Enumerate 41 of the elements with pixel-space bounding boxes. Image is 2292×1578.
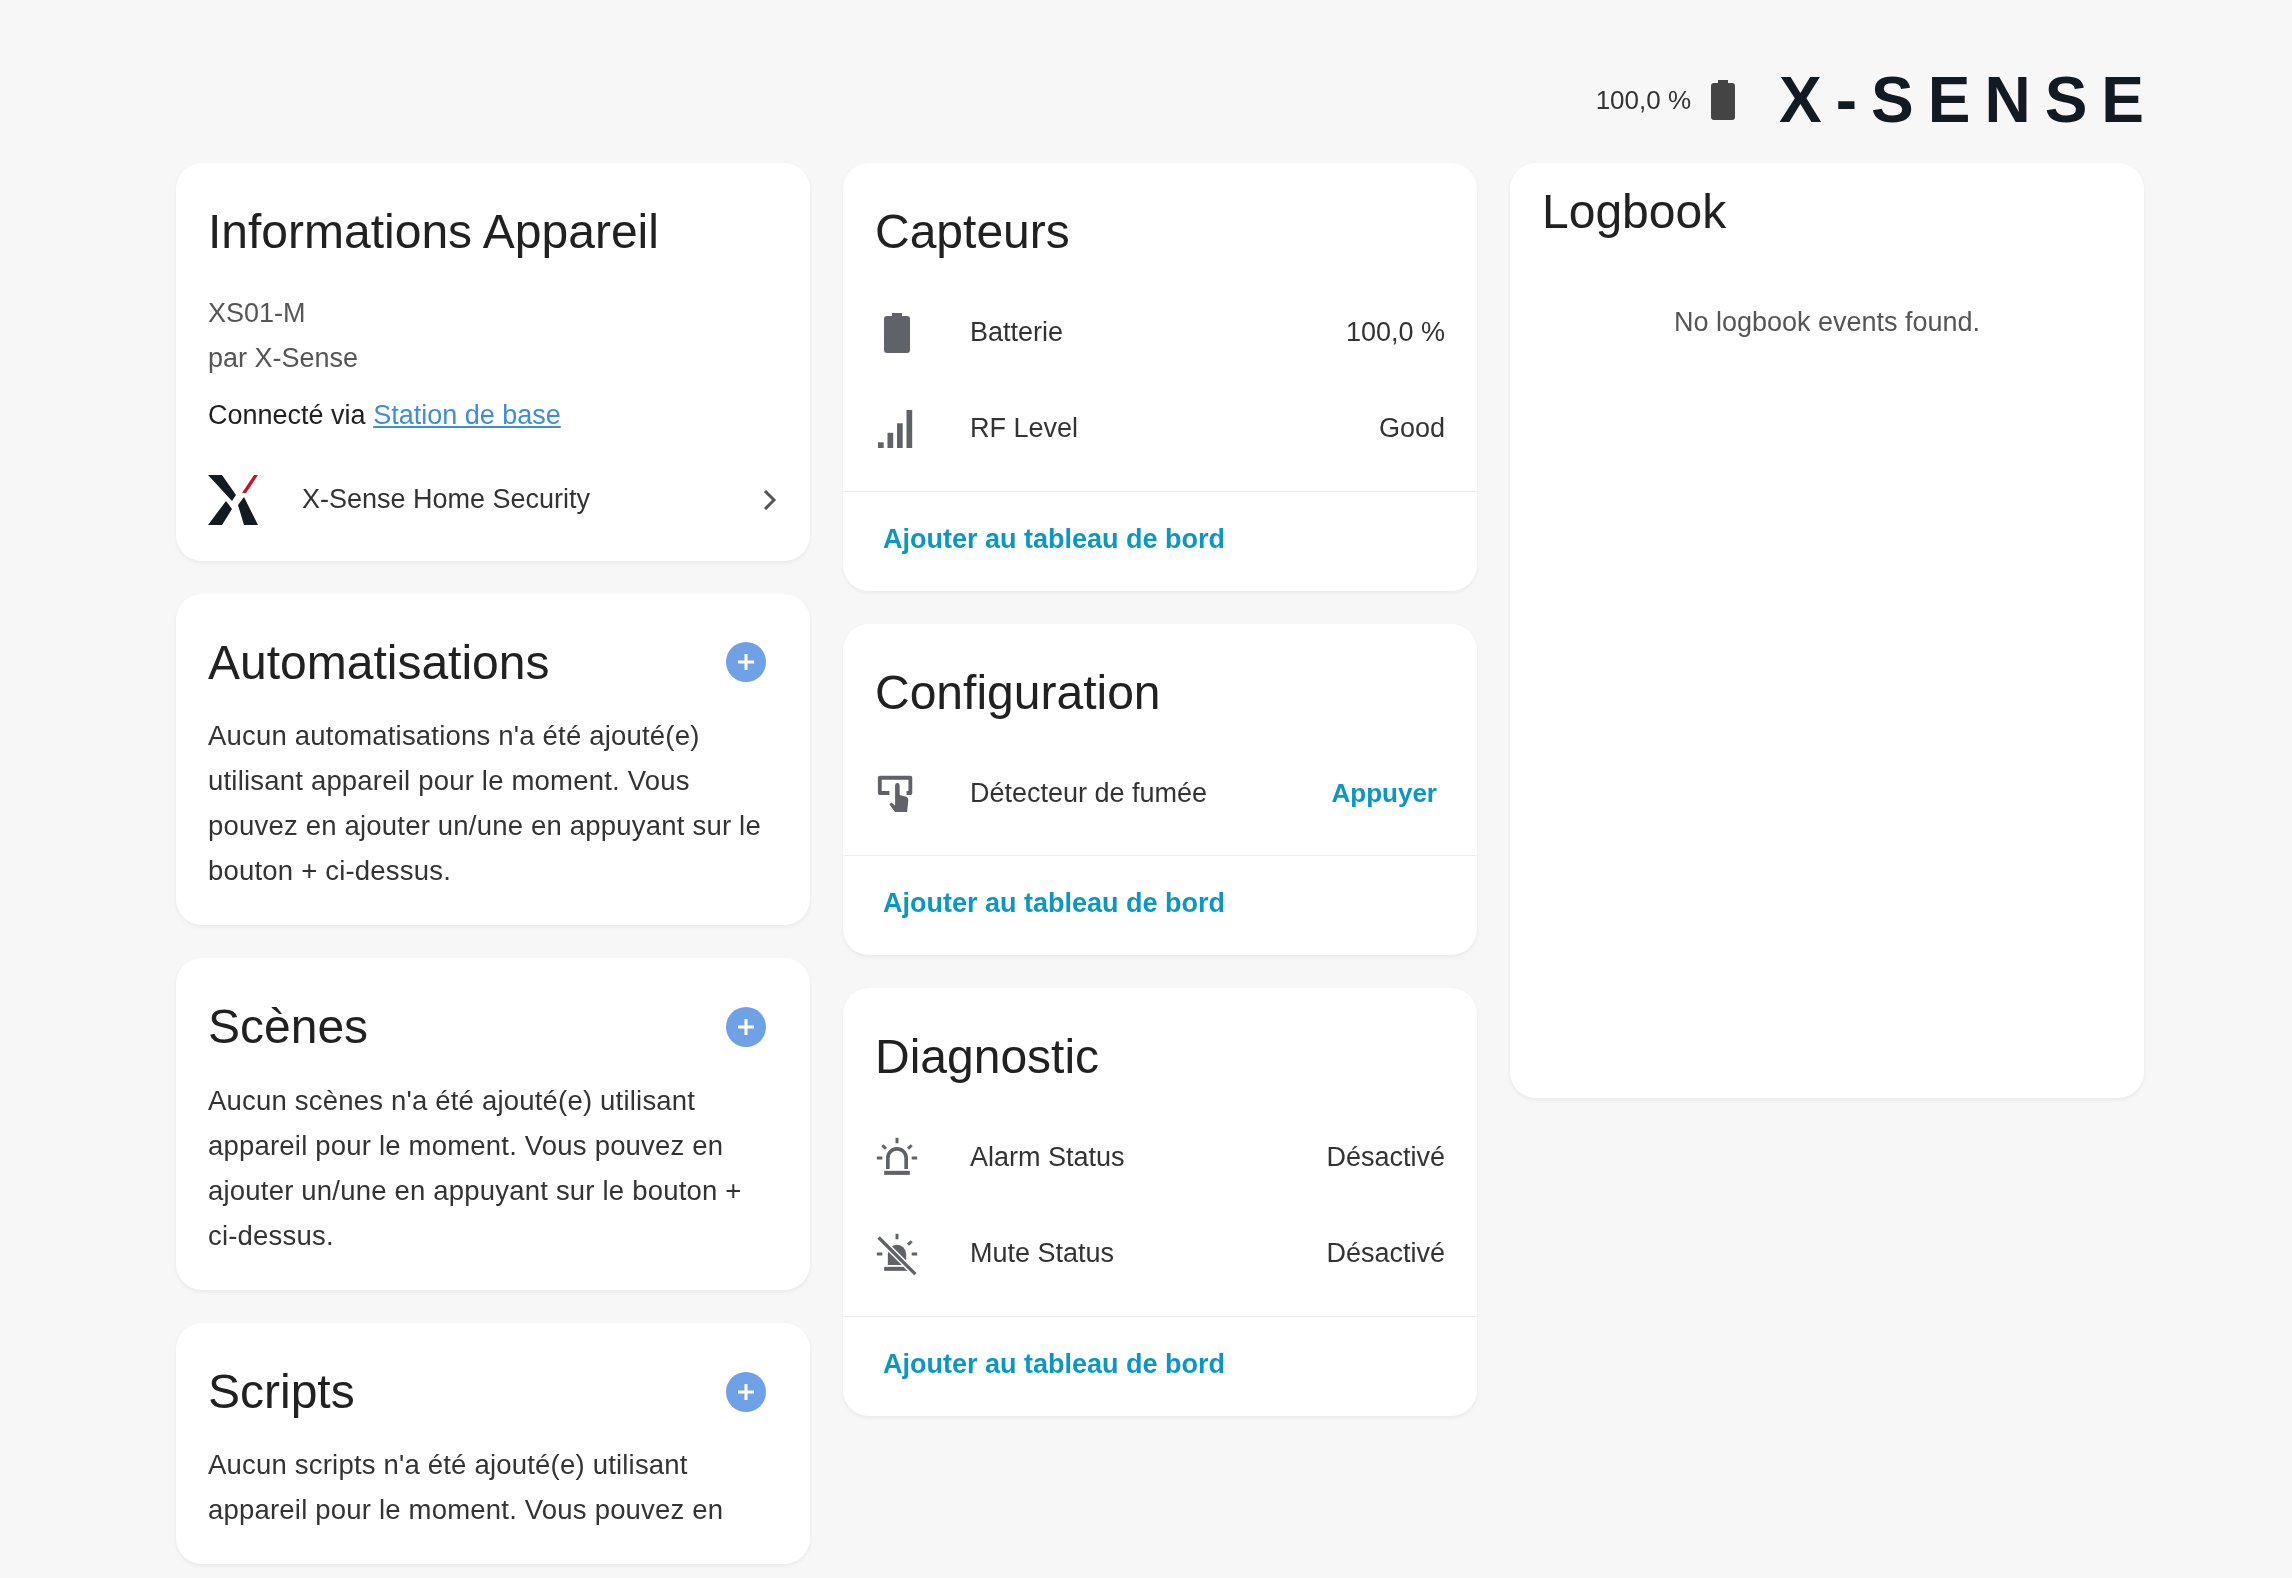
- empty-message: Aucun scènes n'a été ajouté(e) utilisant appareil pour le moment. Vous pouvez en ajouter un/une en appuyant sur le bouton + ci-dessus.: [208, 1083, 743, 1253]
- entity-name: Détecteur de fumée: [970, 777, 1209, 809]
- card-title: Capteurs: [875, 204, 1071, 260]
- battery-icon: [884, 312, 910, 353]
- brand-logo: X-SENSE: [1779, 68, 2158, 132]
- base-station-link[interactable]: Station de base: [373, 399, 561, 430]
- add-to-dashboard-link[interactable]: Ajouter au tableau de bord: [883, 888, 1226, 919]
- card-title: Logbook: [1542, 184, 1728, 240]
- add-button[interactable]: [726, 1007, 766, 1047]
- entity-name: Batterie: [970, 317, 1065, 349]
- manufacturer-text: par X-Sense: [208, 341, 360, 375]
- entity-value: Désactivé: [1326, 1142, 1445, 1174]
- card-title: Scènes: [208, 999, 369, 1056]
- add-button[interactable]: [726, 642, 766, 683]
- add-button[interactable]: [726, 1371, 766, 1412]
- card-title: Automatisations: [208, 634, 550, 691]
- press-button[interactable]: Appuyer: [1323, 769, 1445, 817]
- siren-off-icon: [875, 1231, 919, 1276]
- battery-icon: [1711, 80, 1736, 120]
- add-to-dashboard-link[interactable]: Ajouter au tableau de bord: [883, 523, 1226, 554]
- entity-value: 100,0 %: [1345, 317, 1445, 349]
- empty-message: Aucun scripts n'a été ajouté(e) utilisant appareil pour le moment. Vous pouvez en: [208, 1448, 725, 1528]
- card-title: Diagnostic: [875, 1029, 1101, 1086]
- entity-value: Good: [1378, 413, 1445, 445]
- plus-icon: [735, 1016, 757, 1038]
- model-text: XS01-M: [208, 296, 307, 330]
- entity-value: Désactivé: [1326, 1238, 1445, 1270]
- card-title: Configuration: [875, 664, 1162, 721]
- battery-level: 100,0 %: [1595, 84, 1692, 116]
- card-title: Scripts: [208, 1363, 355, 1420]
- chevron-right-icon: [762, 487, 778, 512]
- connected-via-text: Connecté via Station de base: [208, 398, 562, 432]
- entity-name: RF Level: [970, 413, 1080, 445]
- add-to-dashboard-link[interactable]: Ajouter au tableau de bord: [883, 1348, 1226, 1379]
- empty-message: No logbook events found.: [1672, 306, 1982, 338]
- integration-item[interactable]: X-Sense Home Security: [176, 434, 810, 561]
- entity-name: Alarm Status: [970, 1142, 1126, 1174]
- card-title: Informations Appareil: [208, 204, 660, 260]
- entity-name: Mute Status: [970, 1238, 1116, 1270]
- x-logo-icon: [208, 474, 258, 525]
- empty-message: Aucun automatisations n'a été ajouté(e) utilisant appareil pour le moment. Vous pouvez en ajouter un/une en appuyant sur le bouton + ci-dessus.: [208, 719, 762, 889]
